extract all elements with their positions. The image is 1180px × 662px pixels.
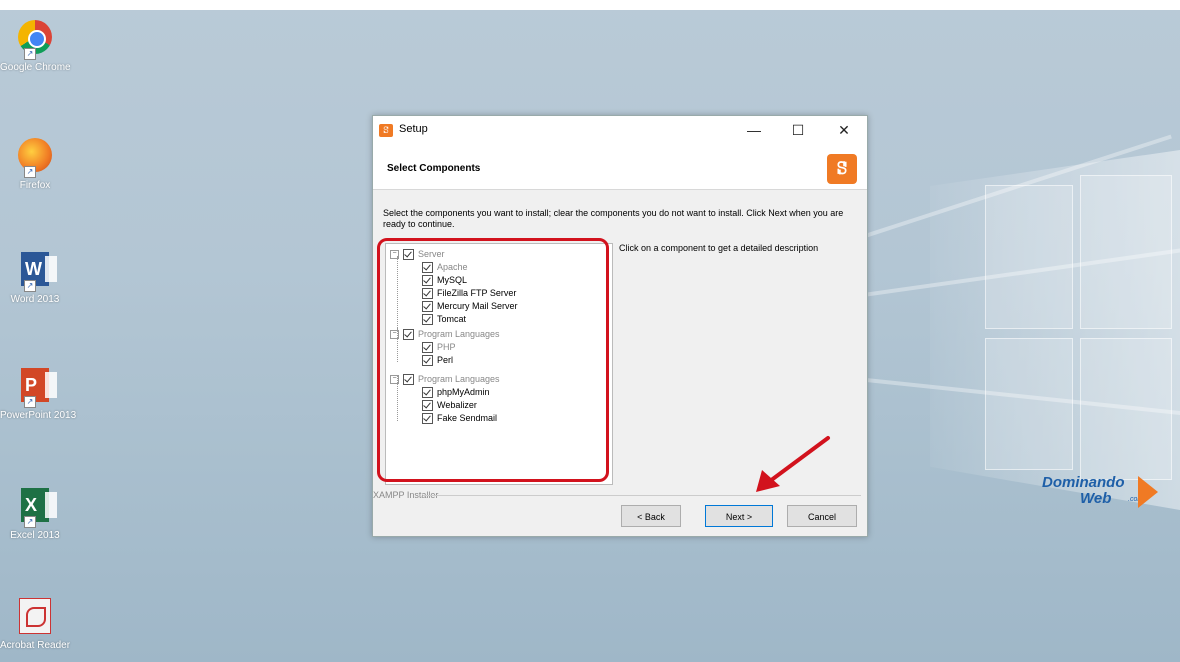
instructions-text: Select the components you want to instal…	[383, 208, 844, 229]
desktop-icon-powerpoint[interactable]: P ↗ PowerPoint 2013	[0, 366, 77, 421]
desktop-icon-label: Firefox	[19, 180, 51, 191]
wizard-header: Select Components ꗟ	[373, 146, 867, 190]
windows-logo-pane	[1080, 338, 1172, 480]
desktop-icon-excel[interactable]: X ↗ Excel 2013	[0, 486, 70, 541]
desktop-icon-label: PowerPoint 2013	[0, 410, 77, 421]
shortcut-arrow-icon: ↗	[24, 48, 36, 60]
desktop-icon-acrobat[interactable]: Acrobat Reader	[0, 596, 70, 651]
brand-text: Dominando	[1042, 474, 1125, 491]
window-title: Setup	[399, 123, 428, 135]
dominandoweb-logo: Dominando Web .com	[1040, 474, 1170, 510]
maximize-button[interactable]: ☐	[783, 118, 813, 142]
back-button[interactable]: < Back	[621, 505, 681, 527]
windows-logo-pane	[985, 338, 1073, 470]
minimize-button[interactable]: —	[739, 118, 769, 142]
close-button[interactable]: ✕	[829, 118, 859, 142]
page-title: Select Components	[387, 163, 481, 174]
shortcut-arrow-icon: ↗	[24, 166, 36, 178]
acrobat-icon	[19, 598, 51, 634]
title-bar[interactable]: ꗟ Setup — ☐ ✕	[373, 116, 867, 146]
desktop-icon-label: Google Chrome	[0, 62, 71, 73]
xampp-logo-icon: ꗟ	[827, 154, 857, 184]
shortcut-arrow-icon: ↗	[24, 396, 36, 408]
description-hint: Click on a component to get a detailed d…	[619, 243, 819, 253]
desktop-icon-label: Excel 2013	[10, 530, 60, 541]
shortcut-arrow-icon: ↗	[24, 280, 36, 292]
red-arrow-annotation	[756, 436, 830, 492]
windows-logo-pane	[1080, 175, 1172, 329]
red-highlight-box	[377, 238, 609, 482]
desktop-icon-label: Acrobat Reader	[0, 640, 71, 651]
brand-chevron-icon	[1138, 476, 1158, 508]
shortcut-arrow-icon: ↗	[24, 516, 36, 528]
windows-logo-pane	[985, 185, 1073, 329]
cancel-button[interactable]: Cancel	[787, 505, 857, 527]
desktop-icon-word[interactable]: W ↗ Word 2013	[0, 250, 70, 305]
desktop: ↗ Google Chrome ↗ Firefox W ↗ Word 2013 P…	[0, 0, 1180, 662]
xampp-app-icon: ꗟ	[379, 124, 393, 137]
next-button[interactable]: Next >	[705, 505, 773, 527]
brand-text: Web	[1080, 490, 1112, 507]
top-strip	[0, 0, 1180, 10]
desktop-icon-firefox[interactable]: ↗ Firefox	[0, 136, 70, 191]
desktop-icon-label: Word 2013	[10, 294, 60, 305]
desktop-icon-chrome[interactable]: ↗ Google Chrome	[0, 18, 71, 73]
